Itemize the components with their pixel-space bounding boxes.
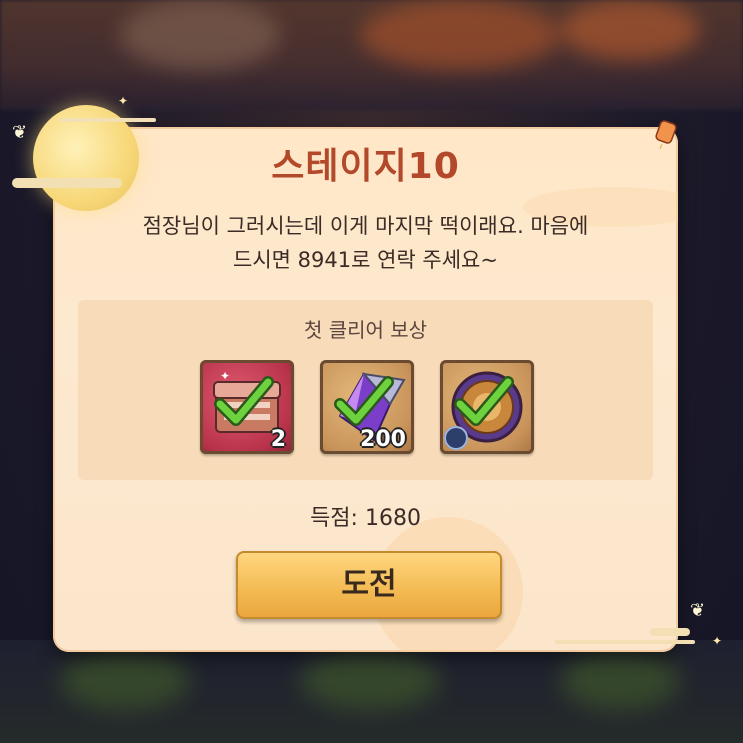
background-blur <box>120 0 280 70</box>
check-icon <box>334 376 394 426</box>
reward-title: 첫 클리어 보상 <box>303 318 428 342</box>
cloud-decoration <box>555 640 695 644</box>
reward-item-medallion[interactable] <box>440 360 534 454</box>
lantern-icon <box>655 120 677 150</box>
check-icon <box>214 376 274 426</box>
stage-title: 스테이지10 <box>271 146 460 187</box>
background-blur <box>60 650 190 710</box>
check-icon <box>454 376 514 426</box>
item-count: 200 <box>360 427 406 452</box>
butterfly-icon: ❦ <box>690 600 706 621</box>
first-clear-reward-panel: 첫 클리어 보상 ✦ 2 200 <box>78 300 653 480</box>
butterfly-icon: ❦ <box>12 122 28 143</box>
reward-item-chest[interactable]: ✦ 2 <box>200 360 294 454</box>
score-text: 득점: 1680 <box>310 506 421 531</box>
background-blur <box>300 650 440 710</box>
clock-icon <box>444 426 468 450</box>
description-line: 점장님이 그러시는데 이게 마지막 떡이래요. 마음에 <box>142 214 589 238</box>
stage-dialog: 스테이지10 점장님이 그러시는데 이게 마지막 떡이래요. 마음에 드시면 8… <box>53 127 678 652</box>
cloud-decoration <box>650 628 690 636</box>
challenge-button[interactable]: 도전 <box>236 551 502 619</box>
reward-item-crystals[interactable]: 200 <box>320 360 414 454</box>
item-count: 2 <box>270 427 286 452</box>
background-blur <box>360 0 560 70</box>
stage-description: 점장님이 그러시는데 이게 마지막 떡이래요. 마음에 드시면 8941로 연락… <box>93 209 638 277</box>
description-line: 드시면 8941로 연락 주세요~ <box>233 248 498 272</box>
cloud-decoration <box>60 118 156 122</box>
cloud-decoration <box>12 178 122 188</box>
background-blur <box>560 0 700 60</box>
sparkle-icon: ✦ <box>118 94 129 108</box>
sparkle-icon: ✦ <box>712 634 723 648</box>
background-blur <box>560 650 680 710</box>
